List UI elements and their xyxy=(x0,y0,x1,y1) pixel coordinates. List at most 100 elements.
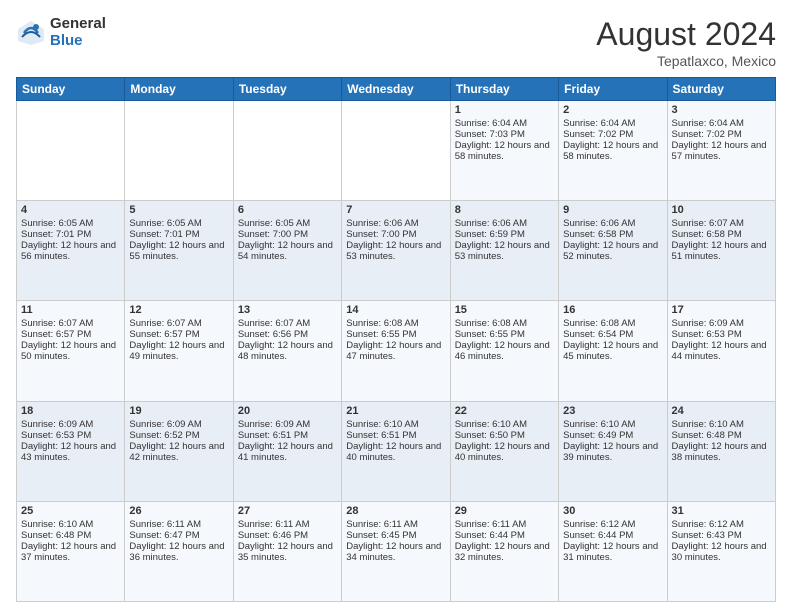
sunrise-text: Sunrise: 6:04 AM xyxy=(672,118,771,129)
sunset-text: Sunset: 6:51 PM xyxy=(346,430,445,441)
sunrise-text: Sunrise: 6:08 AM xyxy=(346,318,445,329)
col-wednesday: Wednesday xyxy=(342,78,450,101)
cell-4-5: 30Sunrise: 6:12 AMSunset: 6:44 PMDayligh… xyxy=(559,501,667,601)
day-number: 27 xyxy=(238,505,337,517)
day-number: 16 xyxy=(563,304,662,316)
sunrise-text: Sunrise: 6:11 AM xyxy=(346,519,445,530)
logo: General Blue xyxy=(16,16,106,49)
day-number: 14 xyxy=(346,304,445,316)
sunrise-text: Sunrise: 6:05 AM xyxy=(21,218,120,229)
cell-2-4: 15Sunrise: 6:08 AMSunset: 6:55 PMDayligh… xyxy=(450,301,558,401)
daylight-text: Daylight: 12 hours and 40 minutes. xyxy=(346,441,445,463)
week-row-2: 4Sunrise: 6:05 AMSunset: 7:01 PMDaylight… xyxy=(17,201,776,301)
day-number: 26 xyxy=(129,505,228,517)
cell-0-3 xyxy=(342,101,450,201)
col-tuesday: Tuesday xyxy=(233,78,341,101)
cell-4-0: 25Sunrise: 6:10 AMSunset: 6:48 PMDayligh… xyxy=(17,501,125,601)
day-number: 7 xyxy=(346,204,445,216)
col-sunday: Sunday xyxy=(17,78,125,101)
daylight-text: Daylight: 12 hours and 31 minutes. xyxy=(563,541,662,563)
sunrise-text: Sunrise: 6:08 AM xyxy=(455,318,554,329)
sunrise-text: Sunrise: 6:07 AM xyxy=(238,318,337,329)
daylight-text: Daylight: 12 hours and 38 minutes. xyxy=(672,441,771,463)
daylight-text: Daylight: 12 hours and 44 minutes. xyxy=(672,340,771,362)
day-number: 8 xyxy=(455,204,554,216)
cell-0-2 xyxy=(233,101,341,201)
cell-0-6: 3Sunrise: 6:04 AMSunset: 7:02 PMDaylight… xyxy=(667,101,775,201)
daylight-text: Daylight: 12 hours and 40 minutes. xyxy=(455,441,554,463)
sunrise-text: Sunrise: 6:07 AM xyxy=(672,218,771,229)
cell-1-5: 9Sunrise: 6:06 AMSunset: 6:58 PMDaylight… xyxy=(559,201,667,301)
day-number: 17 xyxy=(672,304,771,316)
daylight-text: Daylight: 12 hours and 54 minutes. xyxy=(238,240,337,262)
sunset-text: Sunset: 6:57 PM xyxy=(129,329,228,340)
daylight-text: Daylight: 12 hours and 51 minutes. xyxy=(672,240,771,262)
sunrise-text: Sunrise: 6:10 AM xyxy=(21,519,120,530)
sunrise-text: Sunrise: 6:06 AM xyxy=(346,218,445,229)
sunset-text: Sunset: 6:45 PM xyxy=(346,530,445,541)
day-number: 12 xyxy=(129,304,228,316)
sunset-text: Sunset: 6:57 PM xyxy=(21,329,120,340)
day-number: 28 xyxy=(346,505,445,517)
day-number: 2 xyxy=(563,104,662,116)
day-number: 1 xyxy=(455,104,554,116)
cell-3-2: 20Sunrise: 6:09 AMSunset: 6:51 PMDayligh… xyxy=(233,401,341,501)
cell-4-4: 29Sunrise: 6:11 AMSunset: 6:44 PMDayligh… xyxy=(450,501,558,601)
day-number: 29 xyxy=(455,505,554,517)
sunrise-text: Sunrise: 6:09 AM xyxy=(129,419,228,430)
day-number: 10 xyxy=(672,204,771,216)
daylight-text: Daylight: 12 hours and 36 minutes. xyxy=(129,541,228,563)
col-friday: Friday xyxy=(559,78,667,101)
daylight-text: Daylight: 12 hours and 53 minutes. xyxy=(455,240,554,262)
sunset-text: Sunset: 7:03 PM xyxy=(455,129,554,140)
sunrise-text: Sunrise: 6:07 AM xyxy=(129,318,228,329)
sunset-text: Sunset: 6:48 PM xyxy=(672,430,771,441)
daylight-text: Daylight: 12 hours and 37 minutes. xyxy=(21,541,120,563)
sunset-text: Sunset: 6:44 PM xyxy=(455,530,554,541)
sunrise-text: Sunrise: 6:12 AM xyxy=(563,519,662,530)
daylight-text: Daylight: 12 hours and 50 minutes. xyxy=(21,340,120,362)
week-row-5: 25Sunrise: 6:10 AMSunset: 6:48 PMDayligh… xyxy=(17,501,776,601)
sunrise-text: Sunrise: 6:08 AM xyxy=(563,318,662,329)
sunset-text: Sunset: 6:54 PM xyxy=(563,329,662,340)
sunset-text: Sunset: 6:53 PM xyxy=(21,430,120,441)
daylight-text: Daylight: 12 hours and 49 minutes. xyxy=(129,340,228,362)
sunset-text: Sunset: 6:55 PM xyxy=(346,329,445,340)
sunrise-text: Sunrise: 6:10 AM xyxy=(672,419,771,430)
daylight-text: Daylight: 12 hours and 55 minutes. xyxy=(129,240,228,262)
sunset-text: Sunset: 6:47 PM xyxy=(129,530,228,541)
logo-icon xyxy=(16,19,46,47)
sunset-text: Sunset: 6:43 PM xyxy=(672,530,771,541)
header: General Blue August 2024 Tepatlaxco, Mex… xyxy=(16,16,776,69)
sunrise-text: Sunrise: 6:04 AM xyxy=(563,118,662,129)
day-number: 3 xyxy=(672,104,771,116)
day-number: 18 xyxy=(21,405,120,417)
sunset-text: Sunset: 6:53 PM xyxy=(672,329,771,340)
cell-4-3: 28Sunrise: 6:11 AMSunset: 6:45 PMDayligh… xyxy=(342,501,450,601)
sunrise-text: Sunrise: 6:05 AM xyxy=(129,218,228,229)
day-number: 9 xyxy=(563,204,662,216)
week-row-1: 1Sunrise: 6:04 AMSunset: 7:03 PMDaylight… xyxy=(17,101,776,201)
sunset-text: Sunset: 7:02 PM xyxy=(672,129,771,140)
cell-1-2: 6Sunrise: 6:05 AMSunset: 7:00 PMDaylight… xyxy=(233,201,341,301)
sunrise-text: Sunrise: 6:04 AM xyxy=(455,118,554,129)
sunrise-text: Sunrise: 6:06 AM xyxy=(563,218,662,229)
day-number: 21 xyxy=(346,405,445,417)
sunrise-text: Sunrise: 6:11 AM xyxy=(238,519,337,530)
day-number: 6 xyxy=(238,204,337,216)
daylight-text: Daylight: 12 hours and 35 minutes. xyxy=(238,541,337,563)
title-block: August 2024 Tepatlaxco, Mexico xyxy=(596,16,776,69)
daylight-text: Daylight: 12 hours and 53 minutes. xyxy=(346,240,445,262)
day-number: 24 xyxy=(672,405,771,417)
sunset-text: Sunset: 6:51 PM xyxy=(238,430,337,441)
col-thursday: Thursday xyxy=(450,78,558,101)
cell-3-6: 24 Sunrise: 6:10 AMSunset: 6:48 PMDayligh… xyxy=(667,401,775,501)
day-number: 15 xyxy=(455,304,554,316)
month-year-title: August 2024 xyxy=(596,16,776,53)
cell-2-0: 11Sunrise: 6:07 AMSunset: 6:57 PMDayligh… xyxy=(17,301,125,401)
sunrise-text: Sunrise: 6:09 AM xyxy=(672,318,771,329)
calendar-table: Sunday Monday Tuesday Wednesday Thursday… xyxy=(16,77,776,602)
sunset-text: Sunset: 7:01 PM xyxy=(129,229,228,240)
cell-2-3: 14Sunrise: 6:08 AMSunset: 6:55 PMDayligh… xyxy=(342,301,450,401)
daylight-text: Daylight: 12 hours and 46 minutes. xyxy=(455,340,554,362)
